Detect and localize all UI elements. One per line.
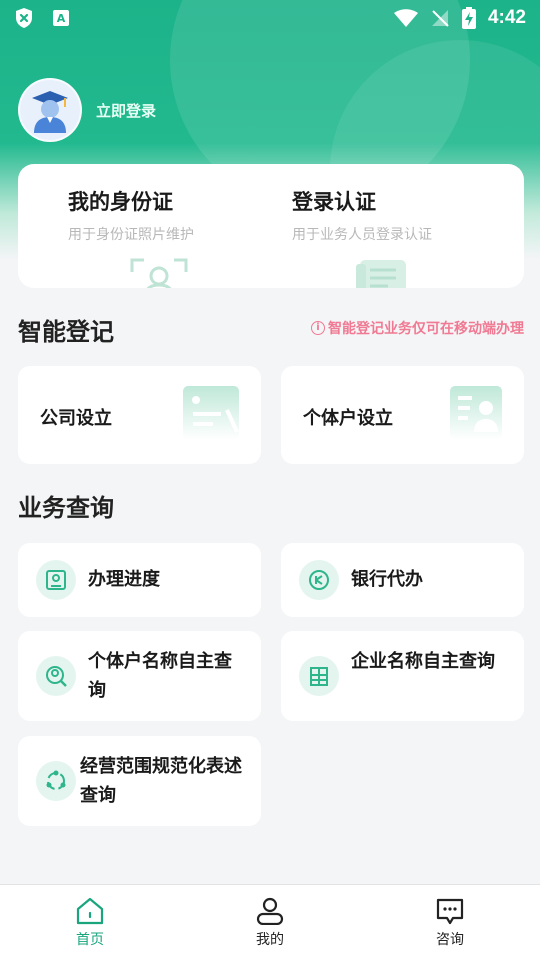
query-item-bank[interactable]: 银行代办: [281, 543, 524, 617]
chat-icon: [436, 898, 464, 925]
progress-icon: [36, 560, 76, 600]
query-item-label: 办理进度: [88, 569, 160, 590]
query-item-label: 经营范围规范化表述查询: [80, 756, 242, 806]
tab-mine[interactable]: 我的: [180, 885, 360, 960]
query-item-label: 个体户名称自主查询: [88, 651, 232, 701]
graduate-avatar-icon: [32, 91, 68, 133]
search-person-icon: [36, 656, 76, 696]
id-card-person-icon: [450, 386, 502, 440]
avatar[interactable]: [18, 78, 82, 142]
no-signal-icon: [431, 10, 449, 27]
company-setup-card[interactable]: 公司设立: [18, 366, 261, 464]
info-icon: i: [311, 321, 325, 335]
status-bar: A 4:42: [0, 0, 540, 36]
company-setup-label: 公司设立: [40, 408, 112, 429]
wifi-icon: [393, 9, 418, 27]
cycle-icon: [36, 761, 76, 801]
document-icon: [356, 260, 406, 288]
my-id-card-title: 我的身份证: [68, 190, 173, 214]
query-item-business-scope[interactable]: 经营范围规范化表述查询: [18, 736, 261, 826]
battery-charging-icon: [461, 7, 476, 29]
svg-text:A: A: [57, 12, 66, 25]
identity-card-panel: 我的身份证 用于身份证照片维护 登录认证 用于业务人员登录认证: [18, 164, 524, 288]
tab-consult-label: 咨询: [436, 932, 464, 948]
business-query-title: 业务查询: [18, 494, 114, 522]
individual-setup-label: 个体户设立: [303, 408, 393, 429]
my-id-card-entry[interactable]: 我的身份证 用于身份证照片维护: [68, 186, 194, 244]
smart-registration-notice: i 智能登记业务仅可在移动端办理: [311, 318, 524, 338]
login-auth-entry[interactable]: 登录认证 用于业务人员登录认证: [292, 186, 432, 244]
query-item-individual-name[interactable]: 个体户名称自主查询: [18, 631, 261, 721]
shield-icon: [16, 8, 32, 28]
tab-home-label: 首页: [76, 932, 104, 948]
building-icon: [299, 656, 339, 696]
login-auth-title: 登录认证: [292, 190, 376, 214]
status-time: 4:42: [487, 7, 526, 28]
query-item-label: 银行代办: [351, 569, 423, 590]
query-item-label: 企业名称自主查询: [351, 651, 495, 672]
tab-consult[interactable]: 咨询: [360, 885, 540, 960]
query-item-progress[interactable]: 办理进度: [18, 543, 261, 617]
company-card-icon: [183, 386, 239, 440]
login-auth-subtitle: 用于业务人员登录认证: [292, 227, 432, 243]
individual-setup-card[interactable]: 个体户设立: [281, 366, 524, 464]
tab-home[interactable]: 首页: [0, 885, 180, 960]
user-icon: [256, 897, 284, 925]
bottom-tab-bar: 首页 我的 咨询: [0, 884, 540, 960]
keyboard-a-icon: A: [53, 10, 69, 26]
face-scan-icon: [130, 258, 188, 288]
my-id-card-subtitle: 用于身份证照片维护: [68, 227, 194, 243]
tab-mine-label: 我的: [256, 932, 284, 948]
profile-area[interactable]: 立即登录: [18, 78, 156, 142]
home-icon: [76, 897, 104, 925]
notice-text: 智能登记业务仅可在移动端办理: [328, 321, 524, 337]
query-item-enterprise-name[interactable]: 企业名称自主查询: [281, 631, 524, 721]
bank-icon: [299, 560, 339, 600]
smart-registration-title: 智能登记: [18, 318, 114, 346]
login-link[interactable]: 立即登录: [96, 100, 156, 121]
